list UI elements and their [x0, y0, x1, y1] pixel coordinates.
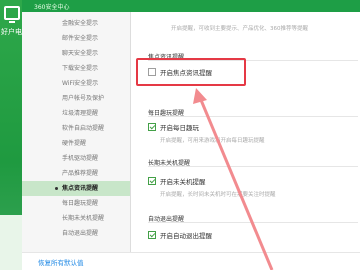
nav-item-label: 自动退出提醒 — [62, 230, 99, 237]
auto-exit-checkbox[interactable] — [148, 231, 156, 239]
nav-item-label: 手机驱动提醒 — [62, 155, 99, 162]
settings-content: 开启提醒，可收到主要提示、产品优化、360推荐等提醒 焦点资讯提醒 开启焦点资讯… — [131, 12, 360, 252]
daily-fun-checkbox[interactable] — [148, 123, 156, 131]
nav-item-email[interactable]: 邮件安全提示 — [22, 31, 130, 46]
nav-item-long-uptime[interactable]: 长期未关机提醒 — [22, 211, 130, 226]
section-divider — [148, 222, 358, 223]
settings-nav: 金融安全提示 邮件安全提示 聊天安全提示 下载安全提示 WiFi安全提示 用户帐… — [22, 12, 130, 252]
long-uptime-description: 开启提醒，长时间未关机时可在需要关注时提醒 — [160, 192, 276, 198]
auto-exit-checkbox-label: 开启自动退出提醒 — [160, 232, 212, 240]
daily-fun-description: 开启提醒，可用来游戏和开启每日趣玩提醒 — [160, 138, 265, 144]
nav-item-auto-exit[interactable]: 自动退出提醒 — [22, 226, 130, 241]
monitor-icon — [4, 6, 20, 23]
nav-item-label: 产品推荐提醒 — [62, 170, 99, 177]
nav-item-hardware[interactable]: 硬件提醒 — [22, 136, 130, 151]
nav-item-label: 硬件提醒 — [62, 140, 87, 147]
nav-item-download[interactable]: 下载安全提示 — [22, 61, 130, 76]
highlight-box — [136, 58, 246, 86]
section-divider — [148, 116, 358, 117]
nav-item-daily-fun[interactable]: 每日趣玩提醒 — [22, 196, 130, 211]
nav-item-autostart[interactable]: 软件自启动提醒 — [22, 121, 130, 136]
top-description: 开启提醒，可收到主要提示、产品优化、360推荐等提醒 — [171, 26, 308, 32]
nav-item-label: 垃圾清理提醒 — [62, 110, 99, 117]
restore-defaults-link[interactable]: 恢复所有默认值 — [38, 257, 84, 267]
window-title: 360安全中心 — [34, 4, 70, 11]
settings-dialog: 360安全中心 金融安全提示 邮件安全提示 聊天安全提示 下载安全提示 WiFi… — [22, 0, 360, 270]
nav-item-chat[interactable]: 聊天安全提示 — [22, 46, 130, 61]
section-divider — [148, 166, 358, 167]
long-uptime-checkbox[interactable] — [148, 177, 156, 185]
nav-item-label: 焦点资讯提醒 — [62, 185, 99, 192]
dialog-footer: 恢复所有默认值 — [22, 252, 360, 270]
nav-item-phone-driver[interactable]: 手机驱动提醒 — [22, 151, 130, 166]
nav-item-label: 下载安全提示 — [62, 65, 99, 72]
long-uptime-checkbox-label: 开启未关机提醒 — [160, 178, 206, 186]
nav-item-label: WiFi安全提示 — [62, 80, 99, 87]
nav-item-finance[interactable]: 金融安全提示 — [22, 16, 130, 31]
nav-item-label: 软件自启动提醒 — [62, 125, 105, 132]
nav-item-label: 用户帐号及保护 — [62, 95, 105, 102]
nav-item-label: 聊天安全提示 — [62, 50, 99, 57]
nav-item-focus-news[interactable]: 焦点资讯提醒 — [22, 181, 130, 196]
nav-item-account[interactable]: 用户帐号及保护 — [22, 91, 130, 106]
title-bar: 360安全中心 — [22, 0, 360, 12]
nav-item-label: 金融安全提示 — [62, 20, 99, 27]
nav-item-label: 每日趣玩提醒 — [62, 200, 99, 207]
nav-item-wifi[interactable]: WiFi安全提示 — [22, 76, 130, 91]
active-dot-icon — [55, 187, 58, 190]
nav-item-product[interactable]: 产品推荐提醒 — [22, 166, 130, 181]
daily-fun-checkbox-label: 开启每日趣玩 — [160, 124, 199, 132]
nav-item-cleanup[interactable]: 垃圾清理提醒 — [22, 106, 130, 121]
nav-item-label: 长期未关机提醒 — [62, 215, 105, 222]
nav-item-label: 邮件安全提示 — [62, 35, 99, 42]
